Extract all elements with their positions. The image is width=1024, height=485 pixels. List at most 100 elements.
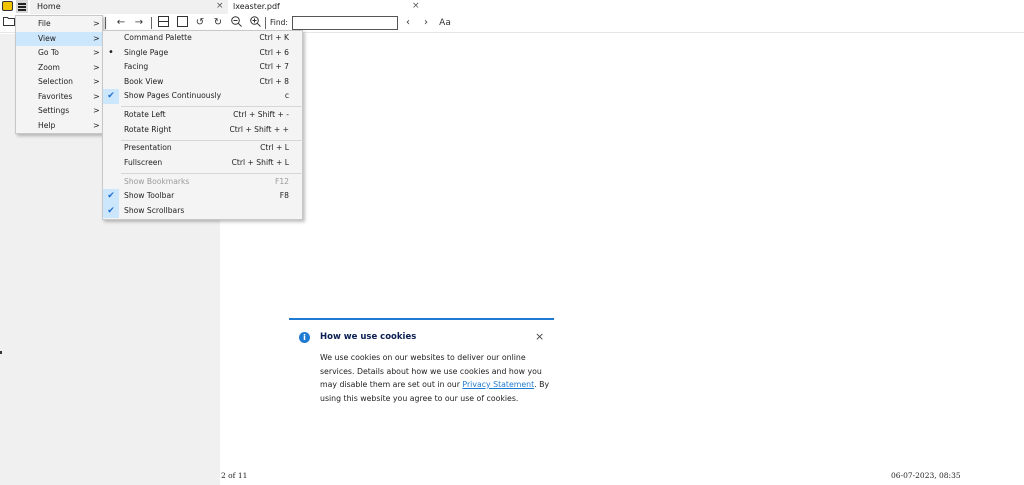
menu-item-shortcut: Ctrl + Shift + -	[233, 110, 289, 119]
menu-item-shortcut: Ctrl + 7	[259, 62, 289, 71]
menu-item-shortcut: Ctrl + Shift + +	[229, 124, 289, 134]
find-prev-icon[interactable]: ‹	[402, 16, 414, 30]
menu-item-label: Facing	[124, 62, 149, 71]
menu-item-file[interactable]: File >	[16, 17, 102, 32]
toolbar-separator	[265, 17, 266, 29]
menu-item-label: Help	[38, 120, 56, 130]
hamburger-line	[18, 6, 26, 8]
menu-item-label: Favorites	[38, 91, 73, 101]
page-date-label: 06-07-2023, 08:35	[891, 471, 961, 480]
menu-item-label: Book View	[124, 76, 164, 86]
chevron-right-icon: >	[93, 120, 100, 130]
find-next-icon[interactable]: ›	[420, 16, 432, 30]
menu-item-go-to[interactable]: Go To >	[16, 46, 102, 61]
chevron-right-icon: >	[93, 62, 100, 72]
menu-item-rotate-left[interactable]: Rotate Left Ctrl + Shift + -	[103, 108, 302, 123]
chevron-right-icon: >	[93, 33, 100, 43]
checkmark-icon: ✔	[103, 203, 119, 218]
checkmark-icon: ✔	[103, 189, 119, 204]
page-count-label: 2 of 11	[221, 471, 248, 480]
menu-item-label: Selection	[38, 77, 73, 86]
menu-item-label: Command Palette	[124, 33, 192, 42]
menu-item-label: Show Bookmarks	[124, 176, 190, 186]
menu-item-zoom[interactable]: Zoom >	[16, 61, 102, 76]
menu-item-shortcut: F12	[274, 176, 289, 186]
menu-item-shortcut: Ctrl + 8	[259, 76, 289, 86]
cookie-body: We use cookies on our websites to delive…	[320, 351, 552, 405]
menu-item-single-page[interactable]: • Single Page Ctrl + 6	[103, 46, 302, 61]
folder-icon[interactable]	[3, 16, 15, 30]
fit-page-icon[interactable]	[176, 16, 188, 30]
cookie-title: How we use cookies	[320, 332, 417, 342]
arrow-left-icon[interactable]: ←	[115, 16, 127, 30]
chevron-right-icon: >	[93, 77, 100, 86]
document-view[interactable]: 2 of 11 06-07-2023, 08:35	[220, 34, 1024, 485]
main-menu: File > View > Go To > Zoom > Selection > Favo…	[15, 15, 103, 134]
menu-item-fullscreen[interactable]: Fullscreen Ctrl + Shift + L	[103, 156, 302, 171]
menu-item-show-toolbar[interactable]: ✔ Show Toolbar F8	[103, 189, 302, 204]
menu-item-label: File	[38, 19, 51, 28]
menu-item-presentation[interactable]: Presentation Ctrl + L	[103, 141, 302, 156]
menu-item-show-scrollbars[interactable]: ✔ Show Scrollbars	[103, 203, 302, 218]
menu-item-shortcut: Ctrl + K	[259, 33, 289, 42]
menu-item-rotate-right[interactable]: Rotate Right Ctrl + Shift + +	[103, 123, 302, 138]
fit-width-icon[interactable]	[157, 16, 169, 30]
menu-item-label: Go To	[38, 48, 59, 57]
view-submenu: Command Palette Ctrl + K • Single Page Ctrl…	[102, 30, 303, 220]
toolbar-separator	[151, 17, 152, 29]
chevron-right-icon: >	[93, 19, 100, 28]
menu-item-label: Rotate Right	[124, 124, 172, 134]
menu-item-show-pages-continuously[interactable]: ✔ Show Pages Continuously c	[103, 89, 302, 104]
cookie-banner: i How we use cookies × We use cookies on…	[289, 318, 554, 410]
menu-item-view[interactable]: View >	[16, 31, 102, 46]
menu-item-label: View	[38, 33, 57, 43]
chevron-right-icon: >	[93, 91, 100, 101]
menu-separator	[121, 106, 303, 107]
hamburger-line	[18, 3, 26, 5]
hamburger-menu-button[interactable]	[16, 0, 28, 13]
checkmark-icon: ✔	[103, 89, 119, 104]
rotate-left-icon[interactable]: ↺	[194, 16, 206, 30]
menu-item-settings[interactable]: Settings >	[16, 104, 102, 119]
menu-item-help[interactable]: Help >	[16, 119, 102, 134]
arrow-right-icon[interactable]: →	[133, 16, 145, 30]
menu-item-label: Show Pages Continuously	[124, 91, 222, 100]
tab-home-close-icon[interactable]: ×	[216, 1, 224, 12]
tab-document-label: lxeaster.pdf	[233, 2, 280, 11]
menu-item-command-palette[interactable]: Command Palette Ctrl + K	[103, 31, 302, 46]
menu-item-favorites[interactable]: Favorites >	[16, 90, 102, 105]
cookie-close-icon[interactable]: ×	[535, 330, 544, 343]
privacy-statement-link[interactable]: Privacy Statement	[462, 380, 534, 389]
chevron-right-icon: >	[93, 48, 100, 57]
menu-item-facing[interactable]: Facing Ctrl + 7	[103, 60, 302, 75]
menu-item-selection[interactable]: Selection >	[16, 75, 102, 90]
find-input[interactable]	[292, 16, 398, 30]
menu-item-shortcut: c	[284, 91, 289, 100]
menu-item-show-bookmarks: Show Bookmarks F12	[103, 175, 302, 190]
tab-home[interactable]: Home ×	[30, 0, 228, 14]
menu-item-label: Single Page	[124, 47, 169, 57]
info-icon: i	[299, 332, 310, 343]
toolbar-separator	[105, 17, 106, 29]
menu-item-book-view[interactable]: Book View Ctrl + 8	[103, 75, 302, 90]
zoom-in-icon[interactable]	[249, 16, 261, 30]
menu-separator	[121, 172, 303, 174]
rotate-right-icon[interactable]: ↻	[212, 16, 224, 30]
tab-document-close-icon[interactable]: ×	[412, 1, 420, 12]
menu-item-shortcut: Ctrl + 6	[259, 47, 289, 57]
sidebar-marker	[0, 351, 2, 354]
menu-item-label: Rotate Left	[124, 110, 166, 119]
chevron-right-icon: >	[93, 106, 100, 115]
find-label: Find:	[270, 18, 288, 27]
match-case-icon[interactable]: Aa	[436, 16, 454, 30]
menu-item-label: Presentation	[124, 143, 172, 152]
menu-item-label: Show Toolbar	[124, 191, 175, 200]
hamburger-line	[18, 9, 26, 11]
zoom-out-icon[interactable]	[230, 16, 242, 30]
tab-document[interactable]: lxeaster.pdf ×	[228, 0, 428, 14]
menu-item-label: Show Scrollbars	[124, 205, 185, 215]
radio-bullet-icon: •	[108, 46, 114, 58]
app-window: Home × lxeaster.pdf × ← → ↺ ↻ Find: ‹ › …	[0, 0, 1024, 485]
menu-item-shortcut: F8	[279, 191, 289, 200]
menu-item-label: Settings	[38, 106, 70, 115]
